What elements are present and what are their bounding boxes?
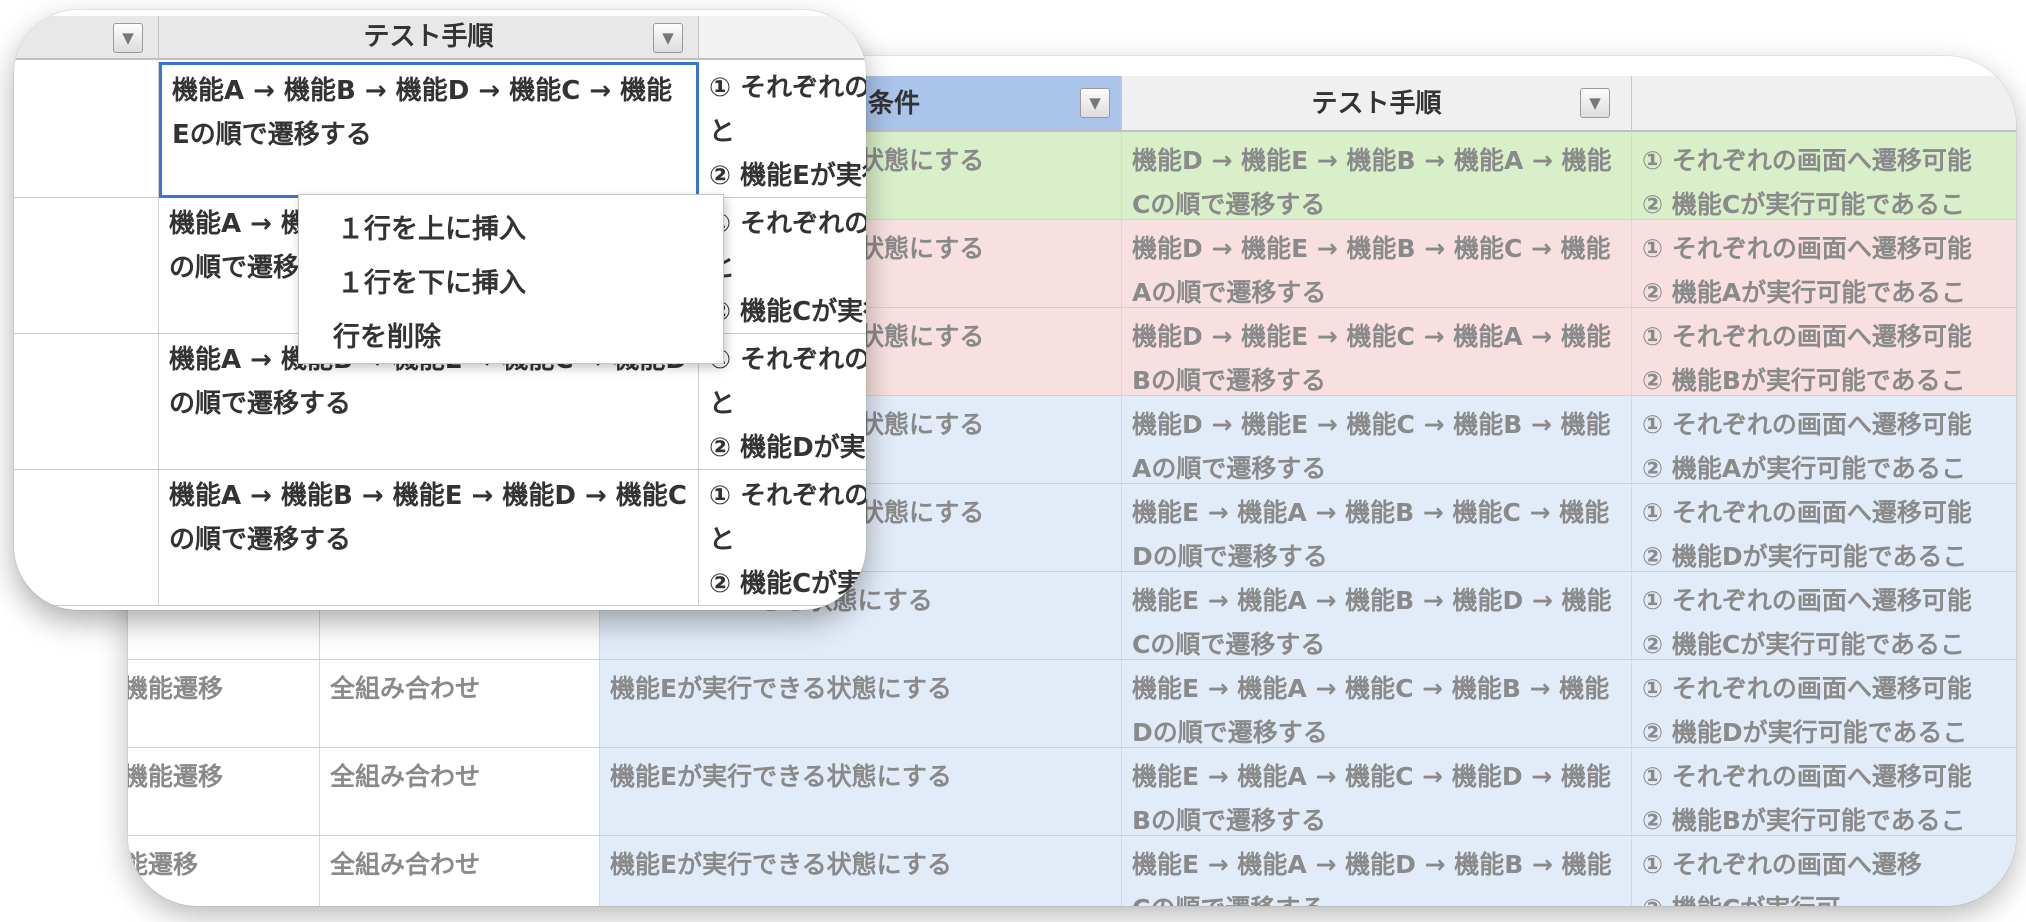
cell-expected-result[interactable]: ① それぞれの画面へ遷移可能 ② 機能Dが実行可能であるこ [1632,484,2016,572]
cell-prev-column[interactable] [14,470,159,606]
expected-line-1: ① それぞれの [709,481,866,511]
cell-expected-result[interactable]: ① それぞれの画面へ遷移可能 ② 機能Bが実行可能であるこ [1632,748,2016,836]
expected-line-3: ② 機能Cが実行 [709,297,866,327]
cell-combination[interactable]: 全組み合わせ [320,660,600,748]
cell-test-steps[interactable]: 機能E → 機能A → 機能C → 機能D → 機能Bの順で遷移する [1122,748,1632,836]
cell-expected-result[interactable]: ① それぞれの画面へ遷移可能 ② 機能Aが実行可能であるこ [1632,396,2016,484]
cell-precondition[interactable]: 機能Eが実行できる状態にする [600,748,1122,836]
expected-line-1: ① それぞれの画面へ遷移可能 [1642,322,1972,351]
column-header-steps[interactable]: テスト手順 ▼ [159,16,699,60]
cell-expected-result[interactable]: ① それぞれのと ② 機能Eが実行 [699,62,866,198]
expected-line-2: ② 機能Bが実行可能であるこ [1642,366,1966,395]
expected-line-2: と [709,525,736,555]
cell-test-steps[interactable]: 機能D → 機能E → 機能B → 機能A → 機能Cの順で遷移する [1122,132,1632,220]
filter-dropdown-icon[interactable]: ▼ [113,23,143,53]
expected-line-1: ① それぞれの画面へ遷移可能 [1642,234,1972,263]
cell-category[interactable]: 主機能遷移 [128,660,320,748]
column-header-steps-label: テスト手順 [363,22,494,52]
filter-dropdown-icon[interactable]: ▼ [1080,88,1110,118]
menu-item-insert-row-above[interactable]: １行を上に挿入 [299,205,723,255]
expected-line-1: ① それぞれの画面へ遷移可能 [1642,762,1972,791]
expected-line-2: と [709,246,866,290]
expected-line-2: ② 機能Cが実行可能であるこ [1642,630,1965,659]
expected-line-2: ② 機能Dが実行可能であるこ [1642,718,1968,747]
cell-expected-result[interactable]: ① それぞれの画面へ遷移可能 ② 機能Bが実行可能であるこ [1632,308,2016,396]
cell-test-steps[interactable]: 機能E → 機能A → 機能B → 機能D → 機能Cの順で遷移する [1122,572,1632,660]
zoomed-table-panel: ▼ テスト手順 ▼ 機能A → 機能B → 機能D → 機能C → 機能Eの順で… [14,10,866,610]
expected-line-2: ② 機能Dが実行可能であるこ [1642,542,1968,571]
cell-precondition[interactable]: 機能Eが実行できる状態にする [600,836,1122,906]
expected-line-3: ② 機能Cが実行 [709,569,866,599]
expected-line-2: と [709,389,736,419]
column-header-prev[interactable]: ▼ [14,16,159,60]
cell-expected-result[interactable]: ① それぞれのと ② 機能Cが実行 [699,198,866,334]
column-header-expected[interactable]: 期 [1632,76,2016,132]
menu-item-delete-row[interactable]: 行を削除 [299,313,723,363]
cell-prev-column[interactable] [14,62,159,198]
expected-line-1: ① それぞれの [709,73,866,103]
column-header-expected[interactable] [699,16,866,60]
cell-combination[interactable]: 全組み合わせ [320,748,600,836]
expected-line-1: ① それぞれの画面へ遷移可能 [1642,410,1972,439]
expected-line-2: ② 機能Cが実行可能であるこ [1642,190,1965,219]
expected-line-1: ① それぞれの画面へ遷移可能 [1642,674,1972,703]
cell-precondition[interactable]: 機能Eが実行できる状態にする [600,660,1122,748]
expected-line-1: ① それぞれの画面へ遷移 [1642,850,1922,879]
cell-test-steps[interactable]: 機能D → 機能E → 機能C → 機能A → 機能Bの順で遷移する [1122,308,1632,396]
expected-line-1: ① それぞれの画面へ遷移可能 [1642,146,1972,175]
cell-expected-result[interactable]: ① それぞれのと ② 機能Cが実行 [699,470,866,606]
expected-line-2: ② 機能Aが実行可能であるこ [1642,454,1966,483]
expected-line-2: と [709,117,736,147]
cell-expected-result[interactable]: ① それぞれの画面へ遷移可能 ② 機能Dが実行可能であるこ [1632,660,2016,748]
expected-line-1: ① それぞれの画面へ遷移可能 [1642,498,1972,527]
cell-prev-column[interactable] [14,198,159,334]
filter-dropdown-icon[interactable]: ▼ [1580,88,1610,118]
cell-test-steps-active[interactable]: 機能A → 機能B → 機能D → 機能C → 機能Eの順で遷移する [159,62,699,198]
menu-item-insert-row-below[interactable]: １行を下に挿入 [299,259,723,309]
column-header-steps-label: テスト手順 [1311,89,1442,119]
cell-test-steps[interactable]: 機能E → 機能A → 機能B → 機能C → 機能Dの順で遷移する [1122,484,1632,572]
expected-line-3: ② 機能Eが実行 [709,161,866,191]
expected-line-1: ① それぞれの画面へ遷移可能 [1642,586,1972,615]
cell-prev-column[interactable] [14,334,159,470]
expected-line-2: ② 機能Aが実行可能であるこ [1642,278,1966,307]
row-context-menu: １行を上に挿入 １行を下に挿入 行を削除 [298,194,724,364]
cell-category[interactable]: 主機能遷移 [128,748,320,836]
column-header-conditions-label: 条件 [868,89,921,119]
cell-test-steps[interactable]: 機能E → 機能A → 機能C → 機能B → 機能Dの順で遷移する [1122,660,1632,748]
cell-expected-result[interactable]: ① それぞれの画面へ遷移可能 ② 機能Cが実行可能であるこ [1632,572,2016,660]
cell-expected-result[interactable]: ① それぞれの画面へ遷移可能 ② 機能Aが実行可能であるこ [1632,220,2016,308]
expected-line-3: ② 機能Dが実行 [709,433,866,463]
filter-dropdown-icon[interactable]: ▼ [653,23,683,53]
expected-line-1: ① それぞれの [709,345,866,375]
cell-expected-result[interactable]: ① それぞれのと ② 機能Dが実行 [699,334,866,470]
expected-line-1: ① それぞれの [709,209,866,239]
expected-line-2: ② 機能Bが実行可能であるこ [1642,806,1966,835]
cell-expected-result[interactable]: ① それぞれの画面へ遷移 ② 機能Cが実行可 [1632,836,2016,906]
cell-test-steps[interactable]: 機能D → 機能E → 機能C → 機能B → 機能Aの順で遷移する [1122,396,1632,484]
column-header-steps[interactable]: テスト手順 ▼ [1122,76,1632,132]
cell-test-steps[interactable]: 機能A → 機能B → 機能E → 機能D → 機能Cの順で遷移する [159,470,699,606]
cell-category[interactable]: 機能遷移 [128,836,320,906]
cell-test-steps[interactable]: 機能E → 機能A → 機能D → 機能B → 機能Cの順で遷移する [1122,836,1632,906]
expected-line-2: ② 機能Cが実行可 [1642,887,2016,906]
cell-test-steps[interactable]: 機能D → 機能E → 機能B → 機能C → 機能Aの順で遷移する [1122,220,1632,308]
cell-expected-result[interactable]: ① それぞれの画面へ遷移可能 ② 機能Cが実行可能であるこ [1632,132,2016,220]
cell-combination[interactable]: 全組み合わせ [320,836,600,906]
